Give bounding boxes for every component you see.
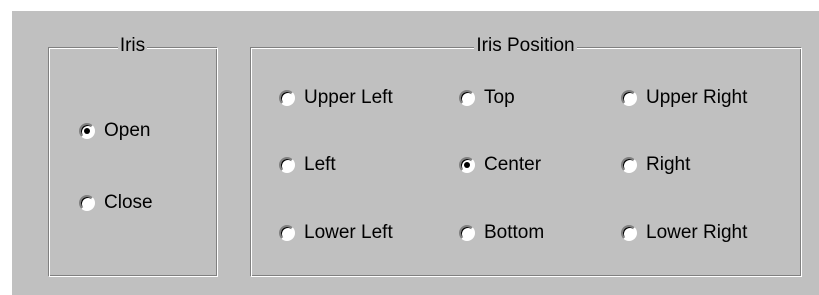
radio-indicator[interactable] — [79, 195, 95, 211]
radio-iris-open[interactable]: Open — [79, 120, 150, 142]
radio-label: Top — [484, 87, 515, 108]
iris-position-groupbox: Iris Position Upper Left Top Upper Right… — [250, 35, 802, 277]
iris-settings-panel: Iris Open Close Iris Position Upper Left… — [11, 10, 819, 295]
radio-label: Center — [484, 154, 542, 175]
radio-indicator[interactable] — [621, 90, 637, 106]
radio-indicator[interactable] — [279, 225, 295, 241]
iris-group-title: Iris — [117, 35, 148, 56]
radio-left[interactable]: Left — [279, 154, 336, 176]
radio-label: Bottom — [484, 222, 545, 243]
radio-indicator[interactable] — [621, 157, 637, 173]
radio-label: Lower Right — [646, 222, 748, 243]
radio-label: Upper Right — [646, 87, 748, 108]
radio-label: Lower Left — [304, 222, 393, 243]
radio-top[interactable]: Top — [459, 87, 515, 109]
radio-lower-left[interactable]: Lower Left — [279, 222, 393, 244]
radio-label: Close — [104, 192, 153, 213]
radio-indicator[interactable] — [459, 90, 475, 106]
radio-indicator[interactable] — [459, 157, 475, 173]
radio-indicator[interactable] — [279, 90, 295, 106]
radio-indicator[interactable] — [459, 225, 475, 241]
radio-label: Right — [646, 154, 691, 175]
radio-bottom[interactable]: Bottom — [459, 222, 544, 244]
radio-label: Open — [104, 120, 151, 141]
radio-indicator[interactable] — [279, 157, 295, 173]
radio-center[interactable]: Center — [459, 154, 541, 176]
radio-lower-right[interactable]: Lower Right — [621, 222, 747, 244]
radio-label: Upper Left — [304, 87, 393, 108]
radio-right[interactable]: Right — [621, 154, 690, 176]
radio-indicator[interactable] — [621, 225, 637, 241]
radio-upper-right[interactable]: Upper Right — [621, 87, 747, 109]
radio-label: Left — [304, 154, 336, 175]
radio-upper-left[interactable]: Upper Left — [279, 87, 393, 109]
radio-indicator[interactable] — [79, 123, 95, 139]
radio-iris-close[interactable]: Close — [79, 192, 153, 214]
iris-groupbox: Iris Open Close — [48, 35, 218, 277]
iris-position-group-title: Iris Position — [474, 35, 577, 56]
